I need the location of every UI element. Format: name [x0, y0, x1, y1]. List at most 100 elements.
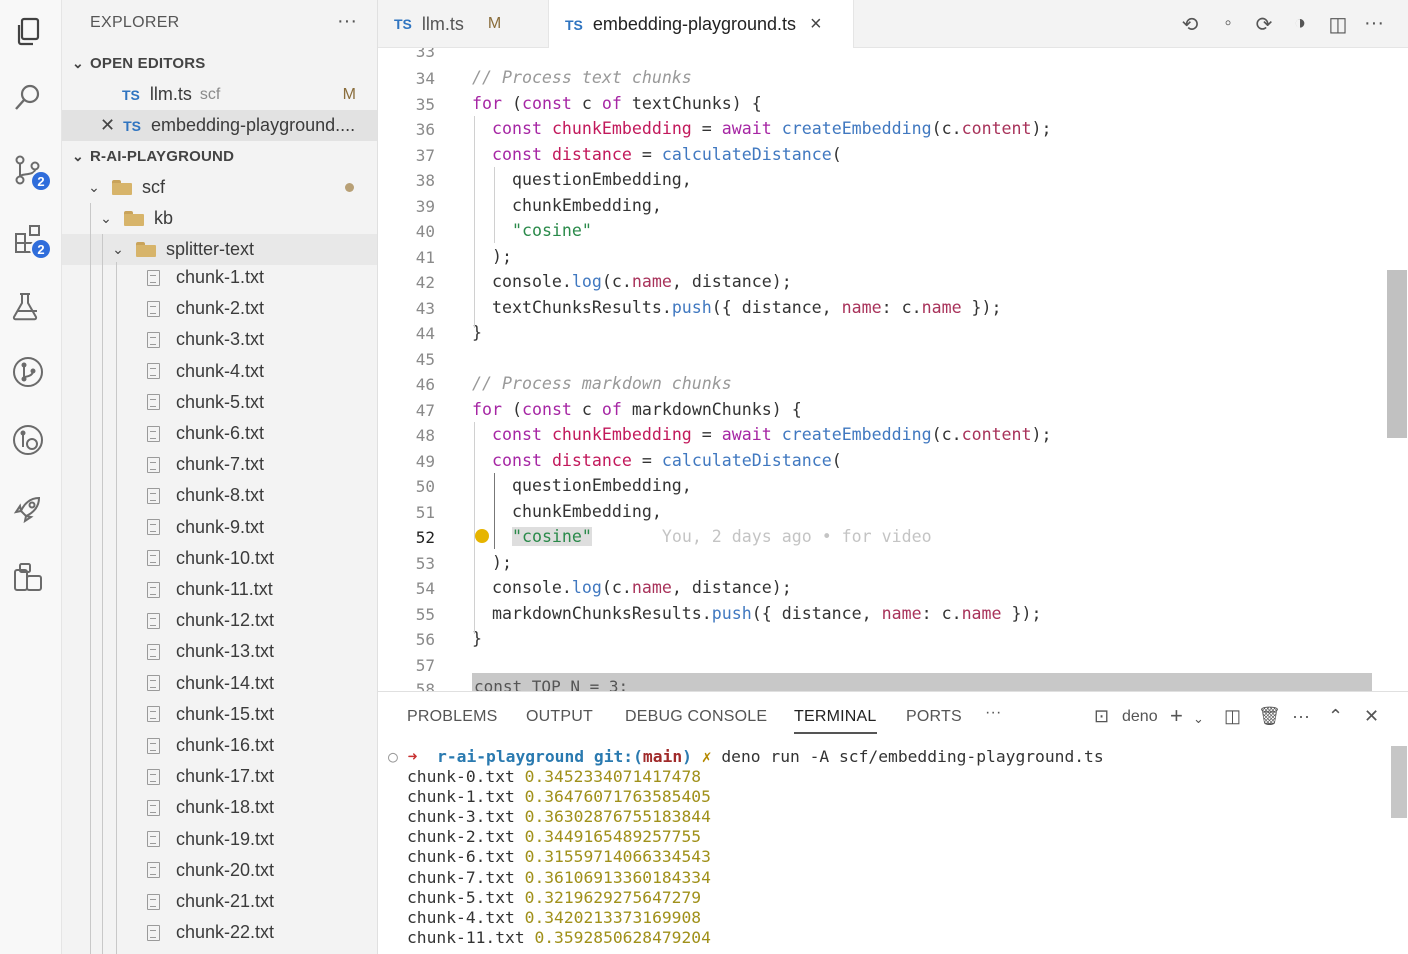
tab-ports[interactable]: PORTS: [906, 708, 962, 726]
close-icon[interactable]: ✕: [100, 115, 115, 136]
code-token: (c.: [931, 425, 962, 444]
tab-problems[interactable]: PROBLEMS: [407, 708, 498, 726]
file-item[interactable]: chunk-11.txt: [62, 574, 377, 605]
split-editor-icon[interactable]: ◫: [1326, 12, 1350, 37]
remote-explorer-icon[interactable]: [6, 418, 50, 462]
open-editor-llm[interactable]: TS llm.ts scf M: [62, 79, 377, 110]
file-item[interactable]: chunk-6.txt: [62, 418, 377, 449]
testing-icon[interactable]: [6, 284, 50, 328]
file-item[interactable]: chunk-5.txt: [62, 387, 377, 418]
sidebar-more-icon[interactable]: ···: [337, 10, 357, 33]
editor-scrollbar[interactable]: [1387, 270, 1407, 438]
file-item[interactable]: chunk-15.txt: [62, 699, 377, 730]
git-compare-icon[interactable]: ◑: [1288, 12, 1312, 35]
rocket-icon[interactable]: [6, 488, 50, 532]
code-token: const: [491, 144, 542, 164]
code-token: of: [601, 93, 622, 113]
output-value: 0.36302876755183844: [524, 807, 711, 827]
code-editor[interactable]: 33 34// Process text chunks 35 for (const …: [378, 48, 1408, 691]
line-number: 45: [415, 349, 435, 369]
line-number: 46: [415, 375, 435, 394]
prompt-dir: r-ai-playground: [437, 747, 585, 766]
code-token: c: [571, 93, 602, 113]
editor-tabs: TS llm.ts M TS embedding-playground.ts ×…: [378, 0, 1408, 49]
file-item[interactable]: chunk-2.txt: [62, 293, 377, 324]
file-item[interactable]: chunk-16.txt: [62, 730, 377, 761]
file-item[interactable]: chunk-4.txt: [62, 356, 377, 387]
chevron-down-icon[interactable]: ⌄: [1193, 711, 1204, 727]
file-item[interactable]: chunk-9.txt: [62, 512, 377, 543]
file-item[interactable]: chunk-17.txt: [62, 761, 377, 792]
git-graph-icon[interactable]: [6, 350, 50, 394]
split-terminal-icon[interactable]: ◫: [1224, 706, 1241, 727]
lightbulb-icon[interactable]: [475, 529, 489, 543]
tab-llm[interactable]: TS llm.ts M: [378, 0, 550, 48]
shell-name[interactable]: deno: [1122, 708, 1158, 726]
code-token: (: [831, 450, 842, 470]
code-token: createEmbedding: [781, 425, 932, 444]
code-token: markdownChunksResults.: [472, 603, 712, 623]
tab-output[interactable]: OUTPUT: [526, 708, 593, 726]
file-label: chunk-15.txt: [176, 703, 275, 724]
file-item[interactable]: chunk-20.txt: [62, 855, 377, 886]
terminal-scrollbar[interactable]: [1391, 746, 1407, 818]
next-change-icon[interactable]: ⟳: [1252, 12, 1276, 37]
file-item[interactable]: chunk-8.txt: [62, 480, 377, 511]
file-item[interactable]: chunk-13.txt: [62, 636, 377, 667]
text-file-icon: [147, 269, 160, 286]
tab-embedding-playground[interactable]: TS embedding-playground.ts ×: [548, 0, 854, 49]
panel-more-icon[interactable]: ···: [985, 704, 1002, 722]
more-actions-icon[interactable]: ···: [1362, 12, 1386, 35]
extensions-icon[interactable]: 2: [6, 216, 52, 260]
output-file: chunk-4.txt: [407, 907, 515, 927]
tab-debug-console[interactable]: DEBUG CONSOLE: [625, 708, 767, 726]
open-editors-header[interactable]: ⌄ OPEN EDITORS: [62, 48, 377, 79]
file-item[interactable]: chunk-7.txt: [62, 449, 377, 480]
close-icon[interactable]: ×: [810, 13, 822, 36]
panel-actions-icon[interactable]: ···: [1292, 706, 1310, 727]
code-token: =: [691, 119, 722, 138]
open-editor-embedding[interactable]: ✕ TS embedding-playground....: [62, 110, 377, 141]
code-token: name: [881, 603, 922, 623]
terminal-shell-icon[interactable]: ⊡: [1094, 706, 1109, 727]
text-file-icon: [147, 394, 160, 411]
file-item[interactable]: chunk-12.txt: [62, 605, 377, 636]
trash-icon[interactable]: 🗑: [1258, 706, 1281, 727]
explorer-icon[interactable]: [6, 10, 50, 54]
file-item[interactable]: chunk-1.txt: [62, 262, 377, 293]
file-item[interactable]: chunk-3.txt: [62, 324, 377, 355]
folder-splitter-text[interactable]: ⌄ splitter-text: [62, 234, 377, 265]
folder-kb[interactable]: ⌄ kb: [62, 203, 377, 234]
new-terminal-icon[interactable]: +: [1170, 703, 1183, 729]
code-token: , distance);: [671, 272, 792, 291]
code-token: log: [571, 272, 602, 291]
code-token: );: [472, 246, 512, 266]
project-header[interactable]: ⌄ R-AI-PLAYGROUND: [62, 141, 377, 172]
go-back-icon[interactable]: ⟲: [1178, 12, 1202, 37]
file-item[interactable]: chunk-22.txt: [62, 917, 377, 948]
close-panel-icon[interactable]: ✕: [1364, 706, 1379, 727]
text-file-icon: [147, 799, 160, 816]
folder-scf[interactable]: ⌄ scf: [62, 172, 377, 203]
file-label: chunk-1.txt: [176, 267, 265, 287]
text-file-icon: [147, 456, 160, 473]
code-line: chunkEmbedding,: [472, 196, 662, 215]
file-item[interactable]: chunk-21.txt: [62, 886, 377, 917]
file-label: chunk-9.txt: [176, 516, 265, 537]
maximize-panel-icon[interactable]: ⌃: [1328, 706, 1343, 727]
previous-change-icon[interactable]: ◦: [1216, 12, 1240, 35]
code-token: (: [501, 399, 522, 419]
search-icon[interactable]: [6, 76, 50, 120]
containers-icon[interactable]: [6, 556, 50, 600]
file-item[interactable]: chunk-14.txt: [62, 668, 377, 699]
code-token: textChunks) {: [621, 93, 762, 113]
code-line: console.log(c.name, distance);: [472, 272, 792, 291]
text-file-icon: [147, 737, 160, 754]
tab-terminal[interactable]: TERMINAL: [794, 708, 877, 734]
file-item[interactable]: chunk-18.txt: [62, 792, 377, 823]
file-item[interactable]: chunk-19.txt: [62, 824, 377, 855]
source-control-icon[interactable]: 2: [6, 148, 52, 192]
code-token: });: [1001, 603, 1042, 623]
file-item[interactable]: chunk-10.txt: [62, 543, 377, 574]
